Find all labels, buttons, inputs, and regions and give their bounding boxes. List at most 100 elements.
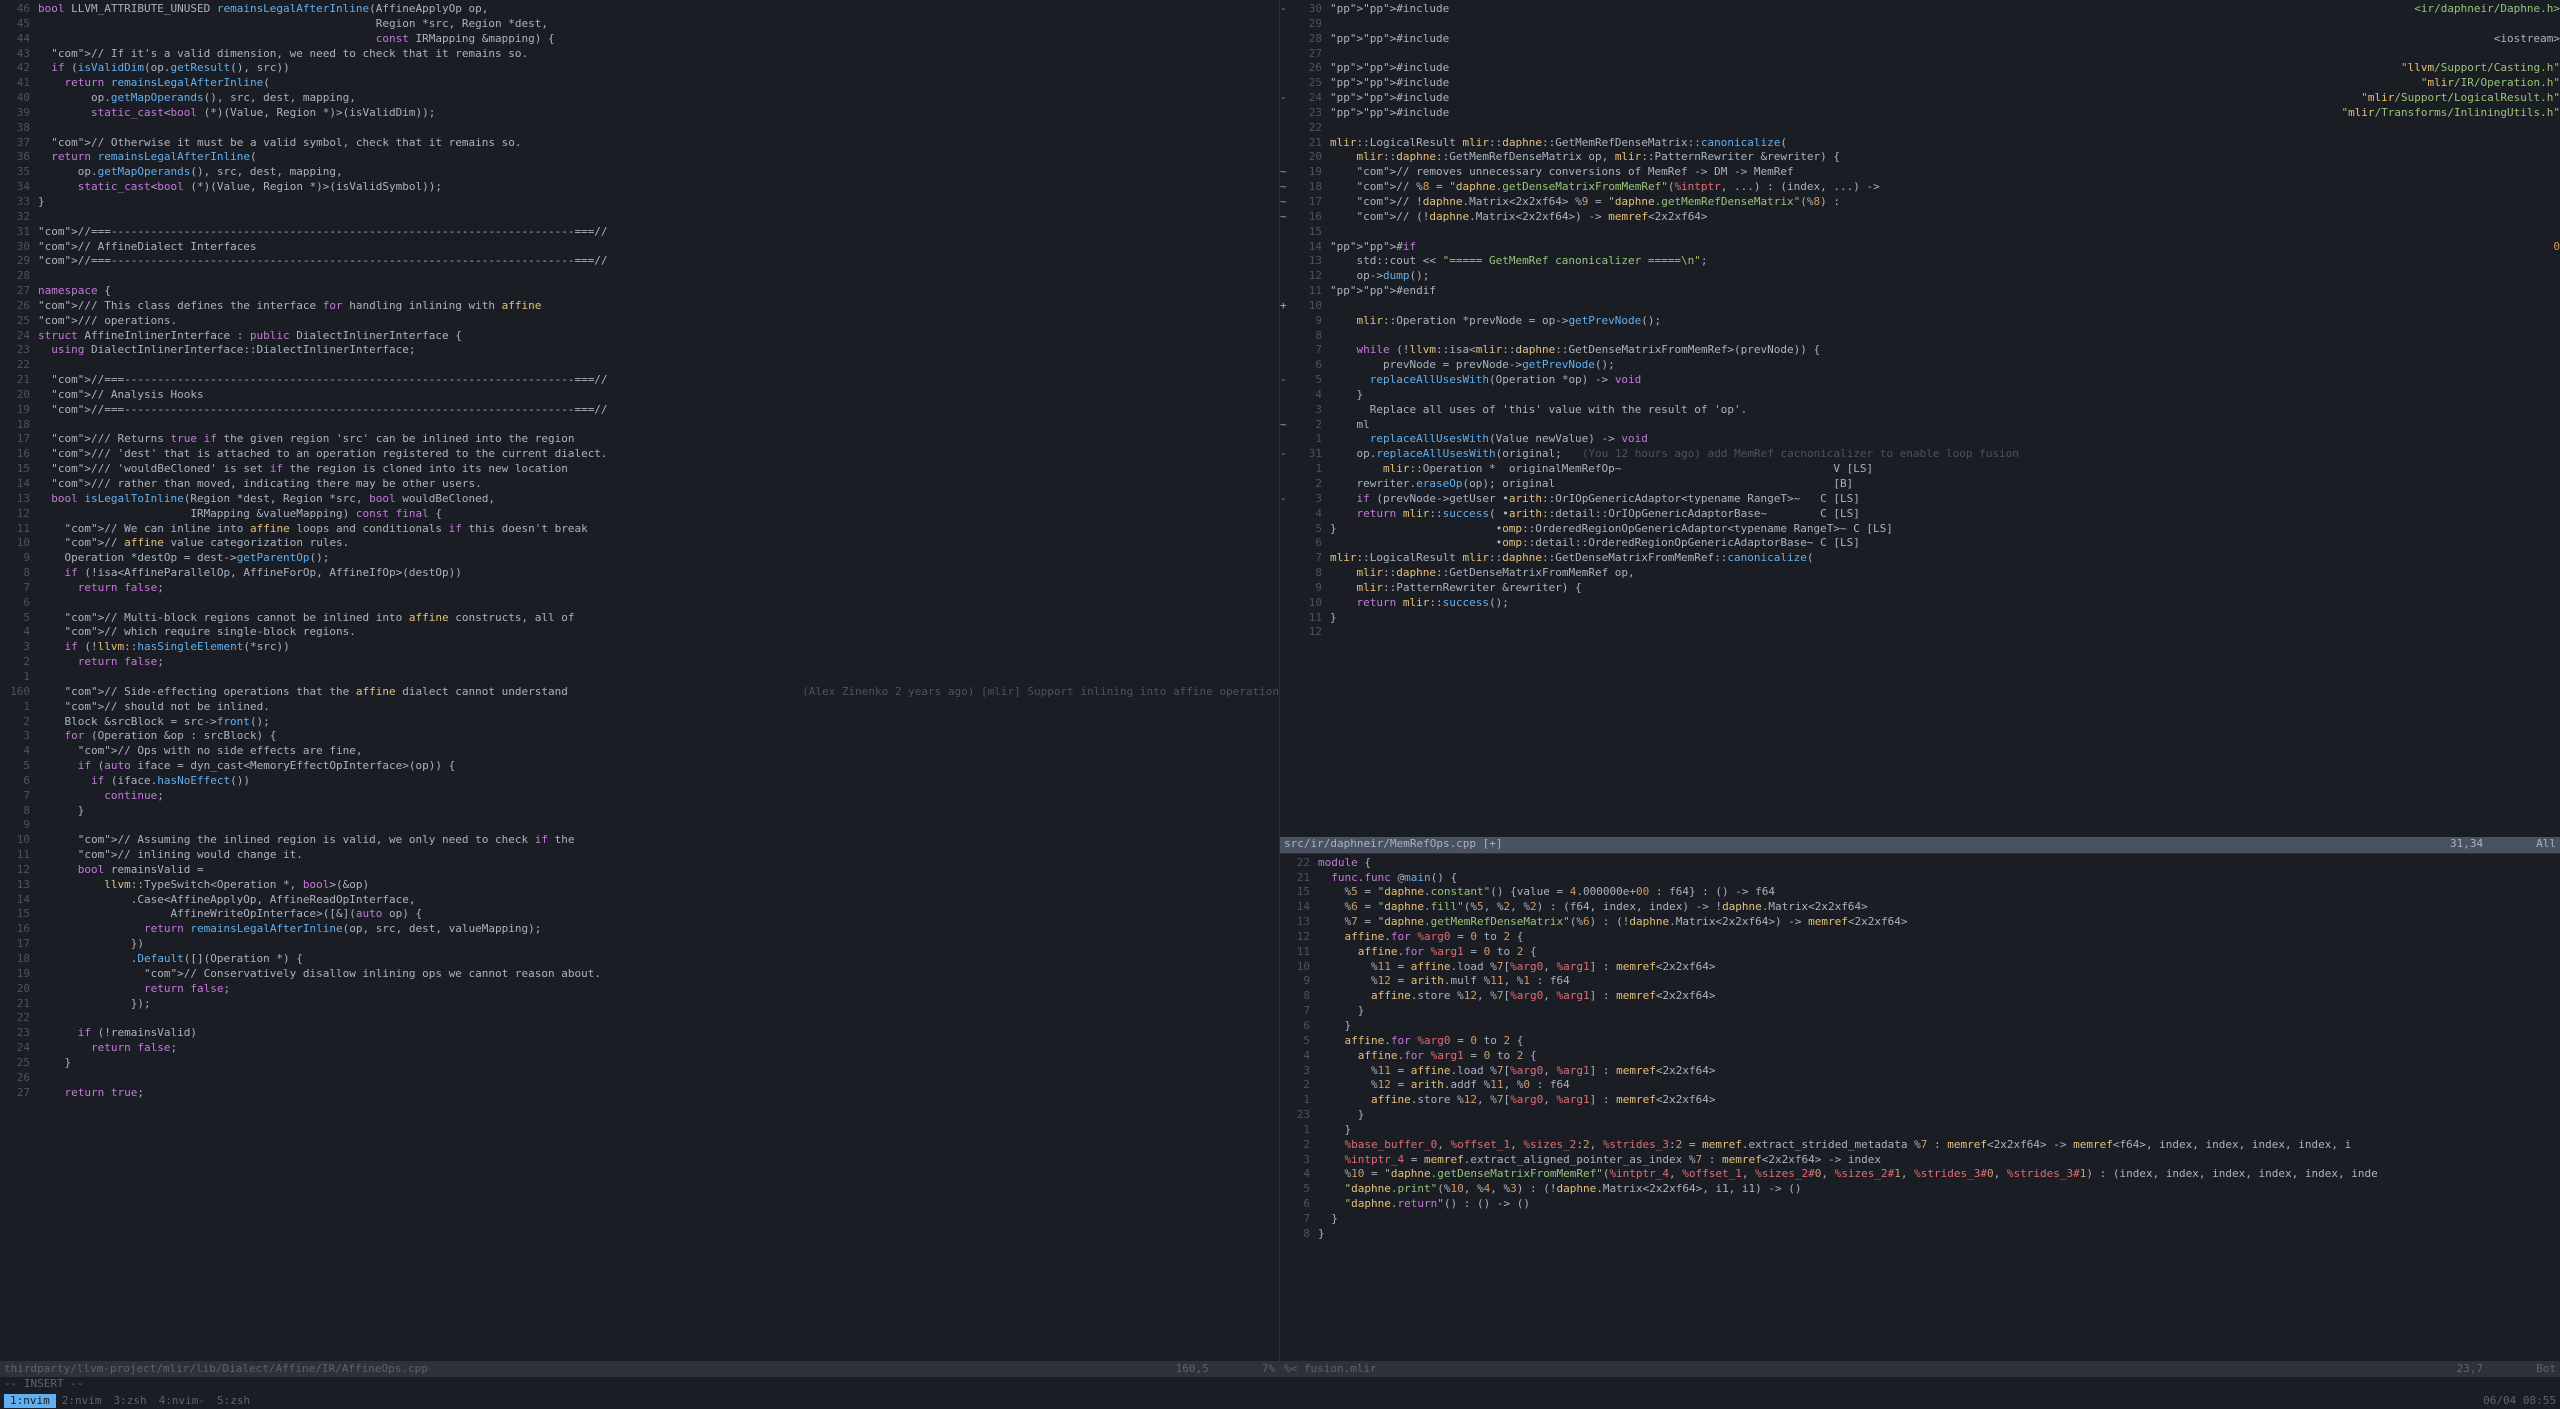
code-line[interactable]: 3 %11 = affine.load %7[%arg0, %arg1] : m… (1280, 1064, 2560, 1079)
code-line[interactable]: 11} (1280, 611, 2560, 626)
code-line[interactable]: 46bool LLVM_ATTRIBUTE_UNUSED remainsLega… (0, 2, 1279, 17)
code-line[interactable]: 21 func.func @main() { (1280, 871, 2560, 886)
code-line[interactable]: 45 Region *src, Region *dest, (0, 17, 1279, 32)
code-line[interactable]: -3 if (prevNode->getUser •arith::OrIOpGe… (1280, 492, 2560, 507)
tmux-window-active[interactable]: 1:nvim (4, 1394, 56, 1409)
code-line[interactable]: 4 } (1280, 388, 2560, 403)
code-line[interactable]: 11 "com">// inlining would change it. (0, 848, 1279, 863)
code-line[interactable]: 33} (0, 195, 1279, 210)
code-line[interactable]: 40 op.getMapOperands(), src, dest, mappi… (0, 91, 1279, 106)
code-line[interactable]: ~18 "com">// %8 = "daphne.getDenseMatrix… (1280, 180, 2560, 195)
code-line[interactable]: 34 static_cast<bool (*)(Value, Region *)… (0, 180, 1279, 195)
code-line[interactable]: 6 •omp::detail::OrderedRegionOpGenericAd… (1280, 536, 2560, 551)
code-line[interactable]: 27 (1280, 47, 2560, 62)
code-line[interactable]: 25"com">/// operations. (0, 314, 1279, 329)
code-line[interactable]: 12 (1280, 625, 2560, 640)
code-line[interactable]: 9 Operation *destOp = dest->getParentOp(… (0, 551, 1279, 566)
code-line[interactable]: 26"pp">"pp">#include "llvm/Support/Casti… (1280, 61, 2560, 76)
code-line[interactable]: 17 "com">/// Returns true if the given r… (0, 432, 1279, 447)
code-line[interactable]: 23 } (1280, 1108, 2560, 1123)
code-line[interactable]: 2 %12 = arith.addf %11, %0 : f64 (1280, 1078, 2560, 1093)
code-line[interactable]: 27namespace { (0, 284, 1279, 299)
code-line[interactable]: 4 "com">// which require single-block re… (0, 625, 1279, 640)
code-line[interactable]: +10 (1280, 299, 2560, 314)
code-line[interactable]: 16 "com">/// 'dest' that is attached to … (0, 447, 1279, 462)
code-line[interactable]: 14 .Case<AffineApplyOp, AffineReadOpInte… (0, 893, 1279, 908)
code-line[interactable]: 8 mlir::daphne::GetDenseMatrixFromMemRef… (1280, 566, 2560, 581)
code-line[interactable]: 24 return false; (0, 1041, 1279, 1056)
code-line[interactable]: 27 return true; (0, 1086, 1279, 1101)
code-line[interactable]: 2 Block &srcBlock = src->front(); (0, 715, 1279, 730)
code-line[interactable]: 28 (0, 269, 1279, 284)
code-line[interactable]: 1 mlir::Operation * originalMemRefOp~ V … (1280, 462, 2560, 477)
tmux-window[interactable]: 2:nvim (56, 1394, 108, 1407)
code-line[interactable]: 1 (0, 670, 1279, 685)
code-line[interactable]: 13 %7 = "daphne.getMemRefDenseMatrix"(%6… (1280, 915, 2560, 930)
code-line[interactable]: 2 return false; (0, 655, 1279, 670)
code-line[interactable]: 12 affine.for %arg0 = 0 to 2 { (1280, 930, 2560, 945)
code-line[interactable]: 18 (0, 418, 1279, 433)
right-top-pane[interactable]: -30"pp">"pp">#include <ir/daphneir/Daphn… (1280, 0, 2560, 854)
code-line[interactable]: 2 rewriter.eraseOp(op); original [B] (1280, 477, 2560, 492)
code-line[interactable]: 7 while (!llvm::isa<mlir::daphne::GetDen… (1280, 343, 2560, 358)
code-line[interactable]: 5 "com">// Multi-block regions cannot be… (0, 611, 1279, 626)
left-pane[interactable]: 46bool LLVM_ATTRIBUTE_UNUSED remainsLega… (0, 0, 1280, 1377)
code-line[interactable]: 22module { (1280, 856, 2560, 871)
code-line[interactable]: 11 affine.for %arg1 = 0 to 2 { (1280, 945, 2560, 960)
right-top-code-area[interactable]: -30"pp">"pp">#include <ir/daphneir/Daphn… (1280, 0, 2560, 837)
code-line[interactable]: 26 (0, 1071, 1279, 1086)
code-line[interactable]: ~2 ml (1280, 418, 2560, 433)
code-line[interactable]: 26"com">/// This class defines the inter… (0, 299, 1279, 314)
code-line[interactable]: 22 (0, 358, 1279, 373)
code-line[interactable]: 11"pp">"pp">#endif (1280, 284, 2560, 299)
code-line[interactable]: 14 "com">/// rather than moved, indicati… (0, 477, 1279, 492)
code-line[interactable]: 6 if (iface.hasNoEffect()) (0, 774, 1279, 789)
left-code-area[interactable]: 46bool LLVM_ATTRIBUTE_UNUSED remainsLega… (0, 0, 1279, 1361)
code-line[interactable]: 5} •omp::OrderedRegionOpGenericAdaptor<t… (1280, 522, 2560, 537)
code-line[interactable]: 37 "com">// Otherwise it must be a valid… (0, 136, 1279, 151)
code-line[interactable]: 7 } (1280, 1212, 2560, 1227)
code-line[interactable]: 160 "com">// Side-effecting operations t… (0, 685, 1279, 700)
code-line[interactable]: -31 op.replaceAllUsesWith(original;(You … (1280, 447, 2560, 462)
code-line[interactable]: 36 return remainsLegalAfterInline( (0, 150, 1279, 165)
code-line[interactable]: 32 (0, 210, 1279, 225)
right-bottom-code-area[interactable]: 22module {21 func.func @main() {15 %5 = … (1280, 854, 2560, 1361)
tmux-window[interactable]: 5:zsh (211, 1394, 256, 1407)
code-line[interactable]: 1 affine.store %12, %7[%arg0, %arg1] : m… (1280, 1093, 2560, 1108)
code-line[interactable]: 14"pp">"pp">#if 0 (1280, 240, 2560, 255)
code-line[interactable]: 23 if (!remainsValid) (0, 1026, 1279, 1041)
code-line[interactable]: 6 "daphne.return"() : () -> () (1280, 1197, 2560, 1212)
code-line[interactable]: 35 op.getMapOperands(), src, dest, mappi… (0, 165, 1279, 180)
code-line[interactable]: -5 replaceAllUsesWith(Operation *op) -> … (1280, 373, 2560, 388)
code-line[interactable]: 9 %12 = arith.mulf %11, %1 : f64 (1280, 974, 2560, 989)
code-line[interactable]: 8 if (!isa<AffineParallelOp, AffineForOp… (0, 566, 1279, 581)
code-line[interactable]: 8 affine.store %12, %7[%arg0, %arg1] : m… (1280, 989, 2560, 1004)
code-line[interactable]: 1 } (1280, 1123, 2560, 1138)
code-line[interactable]: 13 llvm::TypeSwitch<Operation *, bool>(&… (0, 878, 1279, 893)
code-line[interactable]: 28"pp">"pp">#include <iostream> (1280, 32, 2560, 47)
code-line[interactable]: 7 continue; (0, 789, 1279, 804)
code-line[interactable]: 4 "com">// Ops with no side effects are … (0, 744, 1279, 759)
code-line[interactable]: 11 "com">// We can inline into affine lo… (0, 522, 1279, 537)
tmux-window[interactable]: 3:zsh (108, 1394, 153, 1407)
code-line[interactable]: 22 (0, 1011, 1279, 1026)
code-line[interactable]: 8} (1280, 1227, 2560, 1242)
code-line[interactable]: 3 if (!llvm::hasSingleElement(*src)) (0, 640, 1279, 655)
code-line[interactable]: 13 bool isLegalToInline(Region *dest, Re… (0, 492, 1279, 507)
code-line[interactable]: ~16 "com">// (!daphne.Matrix<2x2xf64>) -… (1280, 210, 2560, 225)
code-line[interactable]: 20 "com">// Analysis Hooks (0, 388, 1279, 403)
code-line[interactable]: 5 if (auto iface = dyn_cast<MemoryEffect… (0, 759, 1279, 774)
code-line[interactable]: -24"pp">"pp">#include "mlir/Support/Logi… (1280, 91, 2560, 106)
code-line[interactable]: 1 replaceAllUsesWith(Value newValue) -> … (1280, 432, 2560, 447)
code-line[interactable]: 9 mlir::Operation *prevNode = op->getPre… (1280, 314, 2560, 329)
right-bottom-pane[interactable]: 22module {21 func.func @main() {15 %5 = … (1280, 854, 2560, 1377)
code-line[interactable]: 3 Replace all uses of 'this' value with … (1280, 403, 2560, 418)
code-line[interactable]: 17 }) (0, 937, 1279, 952)
code-line[interactable]: 20 return false; (0, 982, 1279, 997)
code-line[interactable]: 4 return mlir::success( •arith::detail::… (1280, 507, 2560, 522)
code-line[interactable]: 16 return remainsLegalAfterInline(op, sr… (0, 922, 1279, 937)
code-line[interactable]: 4 affine.for %arg1 = 0 to 2 { (1280, 1049, 2560, 1064)
code-line[interactable]: 15 %5 = "daphne.constant"() {value = 4.0… (1280, 885, 2560, 900)
code-line[interactable]: 10 %11 = affine.load %7[%arg0, %arg1] : … (1280, 960, 2560, 975)
code-line[interactable]: 31"com">//===---------------------------… (0, 225, 1279, 240)
